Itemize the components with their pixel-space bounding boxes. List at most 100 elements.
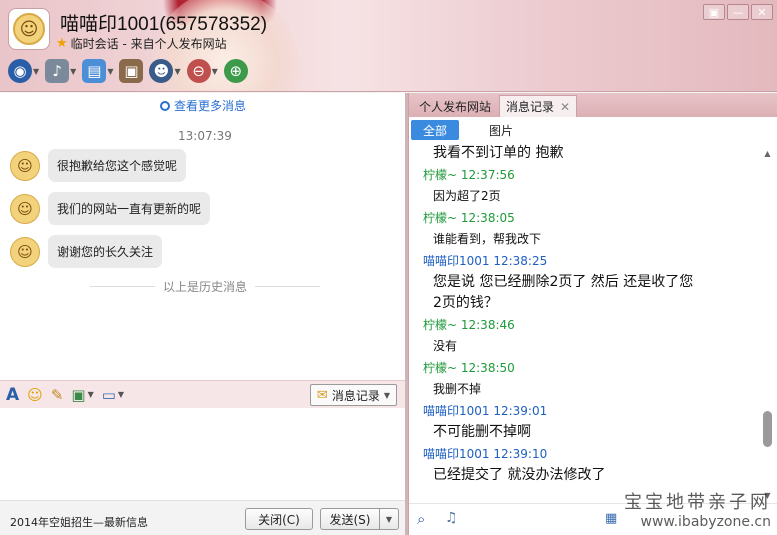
window-header: ☺ 喵喵印1001(657578352) ★ 临时会话 - 来自个人发布网站 ▣…: [0, 0, 777, 92]
history-divider-label: 以上是历史消息: [163, 280, 248, 294]
microphone-icon: ♪: [45, 59, 70, 83]
close-button[interactable]: 关闭(C): [245, 508, 313, 530]
view-more-messages-link[interactable]: 查看更多消息: [160, 97, 246, 114]
window-minimize-button[interactable]: —: [727, 4, 749, 20]
filter-all[interactable]: 全部: [411, 120, 460, 140]
user-remove-icon: ⊖: [186, 59, 211, 83]
record-text: 我看不到订单的 抱歉: [433, 145, 564, 161]
voice-call-button[interactable]: ♪ ▼: [45, 58, 76, 84]
message-input[interactable]: [0, 408, 405, 500]
ad-link[interactable]: 2014年空姐招生—最新信息: [10, 514, 148, 530]
side-tabs: 个人发布网站 消息记录 ✕: [409, 93, 777, 117]
window-close-button[interactable]: ✕: [751, 4, 773, 20]
session-subtitle: ★ 临时会话 - 来自个人发布网站: [56, 35, 227, 52]
remote-desktop-button[interactable]: ▣: [119, 58, 144, 84]
chevron-down-icon: ▼: [385, 514, 393, 524]
speaker-icon[interactable]: ♫: [445, 510, 458, 526]
filter-images[interactable]: 图片: [477, 120, 525, 140]
bottom-bar: 2014年空姐招生—最新信息 关闭(C) 发送(S) ▼: [0, 500, 405, 535]
session-subtitle-text: 临时会话 - 来自个人发布网站: [70, 37, 227, 51]
record-sender: 喵喵印1001 12:39:01: [423, 404, 548, 418]
screen-icon: ▣: [119, 59, 144, 83]
chat-message: ☺ 谢谢您的长久关注: [10, 235, 163, 268]
emoji-icon[interactable]: ☺: [27, 386, 43, 404]
history-records: 我看不到订单的 抱歉 柠檬~ 12:37:56 因为超了2页 柠檬~ 12:38:05…: [409, 143, 761, 503]
tab-message-history-label: 消息记录: [506, 100, 555, 114]
divider-line: [255, 286, 321, 287]
view-more-messages-label: 查看更多消息: [174, 99, 247, 113]
record-sender: 喵喵印1001 12:38:25: [423, 254, 548, 268]
sender-avatar[interactable]: ☺: [10, 236, 40, 267]
window-restore-button[interactable]: ▣: [703, 4, 725, 20]
sender-avatar[interactable]: ☺: [10, 193, 40, 224]
watermark: 宝宝地带亲子网 www.ibabyzone.cn: [624, 488, 771, 530]
window-title: 喵喵印1001(657578352): [60, 14, 268, 35]
chevron-down-icon: ▼: [174, 66, 181, 76]
message-bubble: 我们的网站一直有更新的呢: [48, 192, 211, 225]
message-bubble: 很抱歉给您这个感觉呢: [48, 149, 187, 182]
record-text: 谁能看到，帮我改下: [433, 232, 542, 246]
history-icon: ✉: [316, 387, 328, 403]
scrollbar-thumb[interactable]: [763, 411, 772, 447]
sender-avatar[interactable]: ☺: [10, 150, 40, 181]
monitor-icon: ▭: [101, 385, 116, 404]
chevron-down-icon: ▼: [383, 390, 390, 400]
record-sender: 柠檬~ 12:38:50: [423, 361, 515, 375]
record-sender: 柠檬~ 12:38:46: [423, 318, 515, 332]
message-history-label: 消息记录: [331, 388, 380, 403]
record-text: 不可能删不掉啊: [433, 424, 531, 440]
tab-message-history[interactable]: 消息记录 ✕: [499, 95, 578, 117]
police-avatar-icon: ☻: [149, 59, 174, 83]
window-controls: ▣ — ✕: [703, 4, 773, 20]
chevron-down-icon: ▼: [33, 66, 40, 76]
contact-avatar[interactable]: ☺: [8, 8, 50, 50]
chevron-down-icon: ▼: [70, 66, 77, 76]
message-history-button[interactable]: ✉ 消息记录 ▼: [309, 384, 397, 406]
record-text: 2页的钱？: [433, 295, 498, 311]
close-icon[interactable]: ✕: [560, 100, 570, 114]
message-bubble: 谢谢您的长久关注: [48, 235, 163, 268]
user-add-icon: ⊕: [223, 59, 248, 83]
font-icon[interactable]: A: [6, 385, 19, 405]
scroll-up-icon[interactable]: ▲: [762, 149, 773, 159]
screenshot-button[interactable]: ▭ ▼: [102, 386, 124, 404]
send-button[interactable]: 发送(S): [320, 508, 380, 530]
message-timestamp: 13:07:39: [178, 129, 232, 143]
header-toolbar: ◉ ▼ ♪ ▼ ▤ ▼ ▣ ☻ ▼ ⊖ ▼ ⊕: [8, 58, 248, 84]
chevron-down-icon: ▼: [117, 390, 125, 399]
clock-icon: [160, 100, 170, 111]
history-divider: 以上是历史消息: [90, 278, 321, 295]
chat-message: ☺ 很抱歉给您这个感觉呢: [10, 149, 187, 182]
cat-icon: ☺: [13, 13, 45, 45]
apps-button[interactable]: ☻ ▼: [149, 58, 181, 84]
watermark-url: www.ibabyzone.cn: [640, 514, 771, 530]
file-transfer-button[interactable]: ▤ ▼: [82, 58, 113, 84]
history-filters: 全部 图片: [409, 117, 777, 143]
chevron-down-icon: ▼: [107, 66, 114, 76]
chat-panel: 查看更多消息 13:07:39 ☺ 很抱歉给您这个感觉呢 ☺ 我们的网站一直有更…: [0, 93, 405, 535]
folder-icon: ▤: [82, 59, 107, 83]
calendar-icon[interactable]: ▦: [605, 511, 617, 526]
magic-expression-icon[interactable]: ✎: [51, 386, 64, 404]
input-toolbar: A ☺ ✎ ▣ ▼ ▭ ▼ ✉ 消息记录 ▼: [0, 380, 405, 408]
add-friend-button[interactable]: ⊕: [223, 58, 248, 84]
record-text: 因为超了2页: [433, 189, 501, 203]
chevron-down-icon: ▼: [87, 390, 94, 399]
history-panel: 个人发布网站 消息记录 ✕ 全部 图片 我看不到订单的 抱歉柠檬~ 12:37:…: [408, 93, 777, 535]
history-scrollbar[interactable]: ▲ ▼: [762, 149, 773, 501]
image-button[interactable]: ▣ ▼: [71, 386, 93, 404]
divider-line: [90, 286, 155, 287]
record-sender: 喵喵印1001 12:39:10: [423, 447, 548, 461]
block-contact-button[interactable]: ⊖ ▼: [186, 58, 218, 84]
search-icon[interactable]: ⌕: [417, 510, 425, 528]
chevron-down-icon: ▼: [211, 66, 218, 76]
star-icon: ★: [56, 36, 68, 51]
send-options-button[interactable]: ▼: [379, 508, 399, 530]
video-call-button[interactable]: ◉ ▼: [8, 58, 39, 84]
record-text: 已经提交了 就没办法修改了: [433, 467, 606, 483]
tab-personal-site[interactable]: 个人发布网站: [413, 95, 497, 117]
record-text: 没有: [433, 339, 458, 353]
watermark-title: 宝宝地带亲子网: [624, 492, 771, 513]
chat-message: ☺ 我们的网站一直有更新的呢: [10, 192, 211, 225]
record-sender: 柠檬~ 12:37:56: [423, 168, 515, 182]
